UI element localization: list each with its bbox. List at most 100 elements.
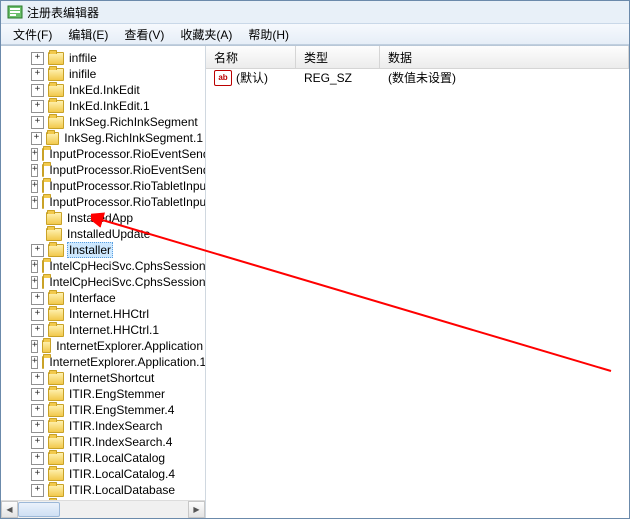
expand-icon[interactable]: + [31, 180, 38, 193]
tree-pane[interactable]: +inffile+inifile+InkEd.InkEdit+InkEd.Ink… [1, 46, 206, 518]
value-name: (默认) [236, 69, 268, 86]
folder-icon [48, 436, 64, 449]
expand-icon[interactable]: + [31, 372, 44, 385]
expand-icon[interactable]: + [31, 420, 44, 433]
tree-node[interactable]: +InputProcessor.RioTabletInput.1 [5, 194, 205, 210]
tree-node[interactable]: + inifile [5, 66, 205, 82]
folder-icon [48, 116, 64, 129]
folder-icon [46, 228, 62, 241]
list-pane: 名称 类型 数据 ab (默认) REG_SZ (数值未设置) [206, 46, 629, 518]
expand-icon[interactable]: + [31, 388, 44, 401]
folder-icon [48, 308, 64, 321]
tree-node-label: inifile [67, 67, 98, 81]
expand-icon[interactable]: + [31, 244, 44, 257]
expand-icon[interactable]: + [31, 340, 38, 353]
menu-help[interactable]: 帮助(H) [240, 24, 297, 45]
expand-icon[interactable]: + [31, 148, 38, 161]
column-name[interactable]: 名称 [206, 46, 296, 68]
folder-icon [46, 212, 62, 225]
expand-icon[interactable]: + [31, 468, 44, 481]
folder-icon [48, 84, 64, 97]
tree-node[interactable]: +Internet.HHCtrl.1 [5, 322, 205, 338]
folder-icon [48, 468, 64, 481]
list-row[interactable]: ab (默认) REG_SZ (数值未设置) [206, 69, 629, 86]
tree-node[interactable]: InstalledUpdate [5, 226, 205, 242]
client-area: +inffile+inifile+InkEd.InkEdit+InkEd.Ink… [1, 45, 629, 518]
expand-icon[interactable]: + [31, 116, 44, 129]
expand-icon[interactable]: + [31, 260, 38, 273]
tree-node[interactable]: + Internet.HHCtrl [5, 306, 205, 322]
tree-node[interactable]: + ITIR.LocalCatalog.4 [5, 466, 205, 482]
expand-icon[interactable]: + [31, 164, 38, 177]
tree-node[interactable]: + ITIR.IndexSearch [5, 418, 205, 434]
tree-node[interactable]: +Interface [5, 290, 205, 306]
scroll-track[interactable] [18, 501, 188, 518]
tree-node[interactable]: + InkEd.InkEdit.1 [5, 98, 205, 114]
menu-view[interactable]: 查看(V) [116, 24, 172, 45]
expand-icon[interactable]: + [31, 84, 44, 97]
menu-edit[interactable]: 编辑(E) [60, 24, 116, 45]
expand-icon[interactable]: + [31, 292, 44, 305]
expand-icon[interactable]: + [31, 324, 44, 337]
expand-icon[interactable]: + [31, 52, 44, 65]
tree-node-label: IntelCpHeciSvc.CphsSession.1 [47, 275, 206, 289]
expand-icon[interactable]: + [31, 132, 42, 145]
tree-node[interactable]: +InputProcessor.RioTabletInput [5, 178, 205, 194]
tree-node[interactable]: + InputProcessor.RioEventSender. [5, 162, 205, 178]
menubar: 文件(F) 编辑(E) 查看(V) 收藏夹(A) 帮助(H) [1, 23, 629, 45]
titlebar[interactable]: 注册表编辑器 [1, 1, 629, 23]
tree-node-label: Internet.HHCtrl [67, 307, 151, 321]
tree-node[interactable]: +InternetExplorer.Application [5, 338, 205, 354]
tree-node-label: ITIR.LocalCatalog.4 [67, 467, 177, 481]
tree-node[interactable]: +InkSeg.RichInkSegment [5, 114, 205, 130]
expand-icon[interactable]: + [31, 276, 38, 289]
folder-icon [42, 164, 44, 177]
tree-node[interactable]: +inffile [5, 50, 205, 66]
tree-node[interactable]: +ITIR.EngStemmer.4 [5, 402, 205, 418]
expand-icon[interactable]: + [31, 436, 44, 449]
expand-icon[interactable]: + [31, 100, 44, 113]
folder-icon [46, 132, 59, 145]
list-body[interactable]: ab (默认) REG_SZ (数值未设置) [206, 69, 629, 518]
tree-node-label: ITIR.IndexSearch [67, 419, 164, 433]
tree-node[interactable]: + IntelCpHeciSvc.CphsSession.1 [5, 274, 205, 290]
tree-node-label: InstalledApp [65, 211, 135, 225]
column-type[interactable]: 类型 [296, 46, 380, 68]
scroll-right-button[interactable]: ▶ [188, 501, 205, 518]
tree-node[interactable]: +ITIR.IndexSearch.4 [5, 434, 205, 450]
scroll-thumb[interactable] [18, 502, 60, 517]
column-data[interactable]: 数据 [380, 46, 629, 68]
tree-node-label: ITIR.LocalCatalog [67, 451, 167, 465]
expand-icon[interactable]: + [31, 484, 44, 497]
tree-node[interactable]: +InkSeg.RichInkSegment.1 [5, 130, 205, 146]
tree-node-label: InstalledUpdate [65, 227, 152, 241]
folder-icon [48, 292, 64, 305]
expand-icon[interactable]: + [31, 308, 44, 321]
menu-file[interactable]: 文件(F) [5, 24, 60, 45]
expand-placeholder [31, 229, 42, 240]
tree-node-label: Installer [67, 242, 113, 258]
tree-node[interactable]: +InternetShortcut [5, 370, 205, 386]
expand-icon[interactable]: + [31, 68, 44, 81]
tree-node[interactable]: +InkEd.InkEdit [5, 82, 205, 98]
tree-node[interactable]: +IntelCpHeciSvc.CphsSession [5, 258, 205, 274]
tree-node[interactable]: InstalledApp [5, 210, 205, 226]
tree-node[interactable]: +ITIR.EngStemmer [5, 386, 205, 402]
tree-node-label: ITIR.LocalDatabase [67, 483, 177, 497]
scroll-left-button[interactable]: ◀ [1, 501, 18, 518]
tree-node[interactable]: +InputProcessor.RioEventSender [5, 146, 205, 162]
tree-node[interactable]: + ITIR.LocalDatabase [5, 482, 205, 498]
tree-node-label: InkEd.InkEdit.1 [67, 99, 152, 113]
tree-node[interactable]: + ITIR.LocalCatalog [5, 450, 205, 466]
expand-icon[interactable]: + [31, 196, 38, 209]
tree-horizontal-scrollbar[interactable]: ◀ ▶ [1, 500, 205, 518]
expand-icon[interactable]: + [31, 356, 38, 369]
value-data: (数值未设置) [380, 69, 629, 86]
expand-placeholder [31, 213, 42, 224]
tree-node[interactable]: + Installer [5, 242, 205, 258]
tree-node[interactable]: +InternetExplorer.Application.1 [5, 354, 205, 370]
expand-icon[interactable]: + [31, 452, 44, 465]
tree-node-label: InputProcessor.RioEventSender. [47, 163, 206, 177]
expand-icon[interactable]: + [31, 404, 44, 417]
menu-favorites[interactable]: 收藏夹(A) [172, 24, 240, 45]
